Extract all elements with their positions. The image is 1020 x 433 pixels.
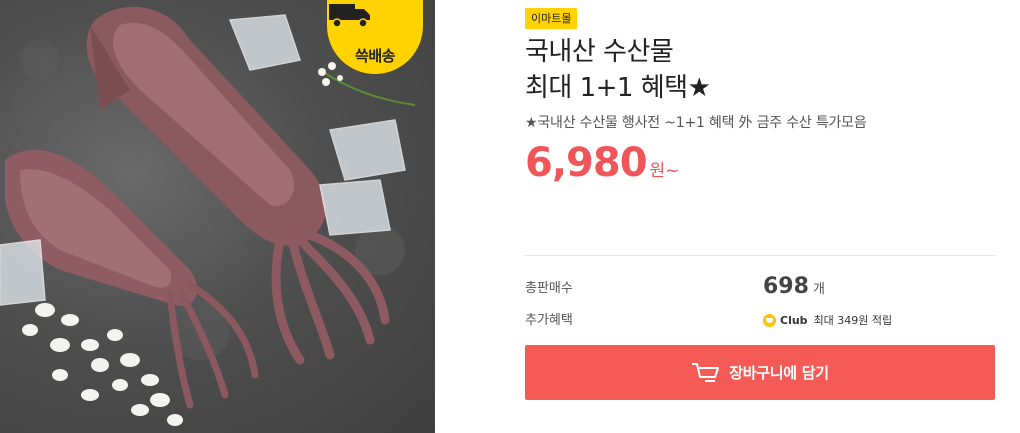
store-tag[interactable]: 이마트몰 [525,8,578,29]
sold-count: 698 개 [763,274,825,299]
price-unit: 원~ [649,161,680,181]
club-icon [763,313,776,327]
delivery-badge-label: 쓱배송 [355,47,395,65]
product-title[interactable]: 국내산 수산물 최대 1+1 혜택★ [525,34,711,106]
sold-count-value: 698 [763,274,809,299]
sold-count-unit: 개 [812,282,825,297]
product-price: 6,980 원~ [525,140,679,186]
product-page: 쓱배송 이마트몰 국내산 수산물 최대 1+1 혜택★ ★국내산 수산물 행사전… [0,0,1020,433]
club-text: 최대 349원 적립 [813,314,893,327]
product-subtitle: ★국내산 수산물 행사전 ~1+1 혜택 外 금주 수산 특가모음 [525,115,867,131]
price-value: 6,980 [525,140,648,186]
add-to-cart-button[interactable]: 장바구니에 담기 [525,345,995,400]
benefit-label: 추가혜택 [525,313,573,328]
product-title-line2: 최대 1+1 혜택★ [525,73,711,103]
add-to-cart-label: 장바구니에 담기 [729,364,829,382]
cart-icon [692,362,720,382]
benefit-value: Club 최대 349원 적립 [763,306,892,328]
club-label: Club [780,313,808,327]
sold-count-row: 총판매수 698 개 [525,274,995,299]
product-title-line1: 국내산 수산물 [525,37,674,67]
product-image[interactable]: 쓱배송 [0,0,435,433]
sold-count-label: 총판매수 [525,281,573,296]
delivery-truck-icon [329,4,370,28]
club-benefit: Club 최대 349원 적립 [763,312,892,328]
benefit-row: 추가혜택 Club 최대 349원 적립 [525,306,995,330]
divider [525,255,995,256]
